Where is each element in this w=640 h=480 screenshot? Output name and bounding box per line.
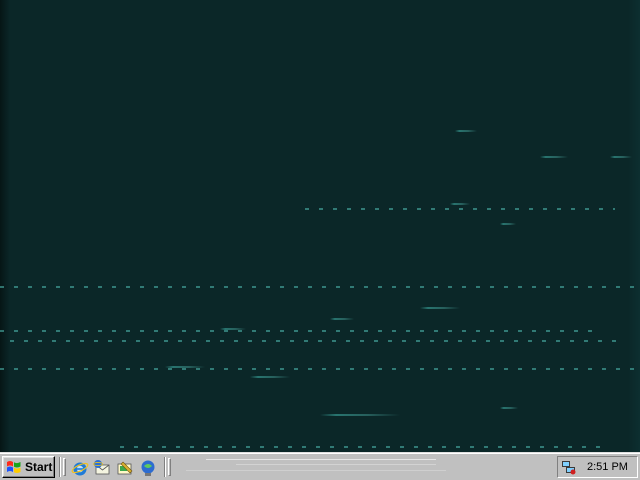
desktop-artifact — [0, 330, 600, 332]
desktop-artifact — [220, 328, 246, 330]
taskbar-separator — [59, 457, 61, 477]
taskbar-artifact — [206, 459, 436, 460]
desktop-artifact — [455, 130, 477, 132]
toolbar-grip[interactable] — [63, 458, 66, 476]
taskbar-artifact — [236, 464, 436, 465]
channels-icon[interactable] — [139, 459, 157, 477]
start-button[interactable]: Start — [2, 456, 55, 478]
taskbar-separator — [164, 457, 166, 477]
show-desktop-icon[interactable] — [116, 459, 134, 477]
desktop-artifact — [500, 223, 516, 225]
outlook-express-icon[interactable] — [93, 459, 111, 477]
desktop-artifact — [540, 156, 568, 158]
task-button-area[interactable] — [176, 456, 550, 478]
desktop-background[interactable] — [0, 0, 640, 452]
desktop-artifact — [610, 156, 632, 158]
desktop-artifact — [250, 376, 290, 378]
desktop-artifact — [305, 208, 615, 210]
desktop-artifact — [420, 307, 460, 309]
desktop-artifact — [500, 407, 518, 409]
desktop-artifact — [165, 366, 205, 368]
desktop-artifact — [10, 340, 620, 342]
desktop-artifact — [0, 368, 640, 370]
desktop-artifact — [0, 286, 640, 288]
windows-logo-icon — [7, 461, 21, 473]
desktop-artifact — [320, 414, 400, 416]
start-label: Start — [25, 460, 53, 474]
desktop-artifact — [120, 446, 600, 448]
taskbar-artifact — [186, 470, 446, 471]
toolbar-grip[interactable] — [168, 458, 171, 476]
desktop-artifact — [330, 318, 354, 320]
clock[interactable]: 2:51 PM — [587, 461, 628, 473]
desktop-artifact — [450, 203, 470, 205]
system-tray: 2:51 PM — [557, 456, 638, 478]
internet-explorer-icon[interactable] — [71, 459, 89, 477]
taskbar: Start 2:51 PM — [0, 452, 640, 480]
network-tray-icon[interactable] — [561, 459, 577, 475]
